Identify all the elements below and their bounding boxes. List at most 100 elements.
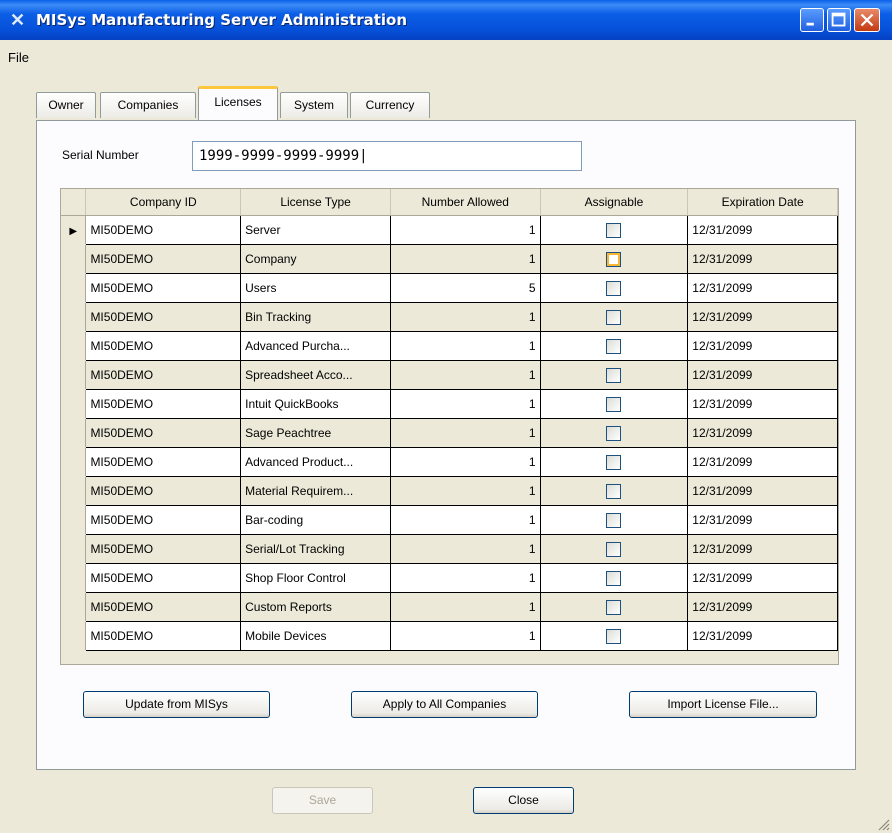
- column-header-number-allowed[interactable]: Number Allowed: [390, 189, 541, 216]
- tab-system[interactable]: System: [280, 92, 348, 118]
- close-button[interactable]: Close: [473, 787, 574, 814]
- company-id-cell[interactable]: MI50DEMO: [85, 563, 242, 593]
- assignable-cell[interactable]: [539, 447, 689, 477]
- expiration-date-cell[interactable]: 12/31/2099: [687, 215, 838, 245]
- license-type-cell[interactable]: Sage Peachtree: [240, 418, 391, 448]
- assignable-checkbox[interactable]: [606, 484, 622, 499]
- assignable-checkbox[interactable]: [606, 455, 622, 470]
- expiration-date-cell[interactable]: 12/31/2099: [687, 302, 838, 332]
- company-id-cell[interactable]: MI50DEMO: [85, 244, 242, 274]
- expiration-date-cell[interactable]: 12/31/2099: [687, 244, 838, 274]
- assignable-cell[interactable]: [539, 389, 689, 419]
- column-header-company-id[interactable]: Company ID: [85, 189, 242, 216]
- number-allowed-cell[interactable]: 1: [390, 621, 541, 651]
- number-allowed-cell[interactable]: 1: [390, 389, 541, 419]
- row-selector[interactable]: [61, 302, 87, 332]
- assignable-checkbox[interactable]: [606, 223, 622, 238]
- expiration-date-cell[interactable]: 12/31/2099: [687, 331, 838, 361]
- assignable-cell[interactable]: [539, 476, 689, 506]
- assignable-cell[interactable]: [539, 360, 689, 390]
- row-selector[interactable]: [61, 418, 87, 448]
- assignable-checkbox[interactable]: [606, 339, 622, 354]
- maximize-button[interactable]: [827, 8, 851, 32]
- expiration-date-cell[interactable]: 12/31/2099: [687, 389, 838, 419]
- assignable-checkbox[interactable]: [606, 310, 622, 325]
- number-allowed-cell[interactable]: 1: [390, 505, 541, 535]
- row-selector[interactable]: [61, 505, 87, 535]
- table-row[interactable]: MI50DEMO Material Requirem... 1 12/31/2099: [61, 476, 838, 506]
- save-button[interactable]: Save: [272, 787, 373, 814]
- table-row[interactable]: MI50DEMO Custom Reports 1 12/31/2099: [61, 592, 838, 622]
- license-type-cell[interactable]: Shop Floor Control: [240, 563, 391, 593]
- tab-licenses[interactable]: Licenses: [198, 86, 278, 120]
- number-allowed-cell[interactable]: 1: [390, 447, 541, 477]
- assignable-cell[interactable]: [539, 592, 689, 622]
- assignable-checkbox[interactable]: [606, 426, 622, 441]
- expiration-date-cell[interactable]: 12/31/2099: [687, 505, 838, 535]
- table-row[interactable]: MI50DEMO Sage Peachtree 1 12/31/2099: [61, 418, 838, 448]
- table-row[interactable]: MI50DEMO Intuit QuickBooks 1 12/31/2099: [61, 389, 838, 419]
- number-allowed-cell[interactable]: 5: [390, 273, 541, 303]
- title-bar[interactable]: ✕ MISys Manufacturing Server Administrat…: [0, 0, 892, 40]
- assignable-checkbox[interactable]: [606, 368, 622, 383]
- license-type-cell[interactable]: Material Requirem...: [240, 476, 391, 506]
- expiration-date-cell[interactable]: 12/31/2099: [687, 273, 838, 303]
- licenses-grid[interactable]: Company ID License Type Number Allowed A…: [60, 188, 839, 665]
- assignable-cell[interactable]: [539, 505, 689, 535]
- assignable-checkbox[interactable]: [606, 281, 622, 296]
- company-id-cell[interactable]: MI50DEMO: [85, 447, 242, 477]
- row-selector[interactable]: [61, 447, 87, 477]
- expiration-date-cell[interactable]: 12/31/2099: [687, 360, 838, 390]
- row-selector[interactable]: [61, 621, 87, 651]
- assignable-cell[interactable]: [539, 331, 689, 361]
- table-row[interactable]: MI50DEMO Advanced Product... 1 12/31/2099: [61, 447, 838, 477]
- license-type-cell[interactable]: Custom Reports: [240, 592, 391, 622]
- row-selector[interactable]: [61, 331, 87, 361]
- license-type-cell[interactable]: Bar-coding: [240, 505, 391, 535]
- license-type-cell[interactable]: Company: [240, 244, 391, 274]
- number-allowed-cell[interactable]: 1: [390, 476, 541, 506]
- assignable-checkbox[interactable]: [606, 571, 622, 586]
- company-id-cell[interactable]: MI50DEMO: [85, 418, 242, 448]
- license-type-cell[interactable]: Users: [240, 273, 391, 303]
- license-type-cell[interactable]: Serial/Lot Tracking: [240, 534, 391, 564]
- table-row[interactable]: MI50DEMO Spreadsheet Acco... 1 12/31/2099: [61, 360, 838, 390]
- column-header-assignable[interactable]: Assignable: [540, 189, 689, 216]
- company-id-cell[interactable]: MI50DEMO: [85, 389, 242, 419]
- row-selector[interactable]: [61, 389, 87, 419]
- number-allowed-cell[interactable]: 1: [390, 244, 541, 274]
- expiration-date-cell[interactable]: 12/31/2099: [687, 534, 838, 564]
- close-window-button[interactable]: [854, 8, 880, 32]
- menu-file[interactable]: File: [8, 50, 29, 65]
- assignable-cell[interactable]: [539, 534, 689, 564]
- table-row[interactable]: ▶ MI50DEMO Server 1 12/31/2099: [61, 215, 838, 245]
- assignable-cell[interactable]: [539, 273, 689, 303]
- company-id-cell[interactable]: MI50DEMO: [85, 360, 242, 390]
- serial-number-input[interactable]: 1999-9999-9999-9999|: [192, 141, 582, 171]
- number-allowed-cell[interactable]: 1: [390, 418, 541, 448]
- table-row[interactable]: MI50DEMO Bar-coding 1 12/31/2099: [61, 505, 838, 535]
- row-selector[interactable]: [61, 534, 87, 564]
- license-type-cell[interactable]: Bin Tracking: [240, 302, 391, 332]
- company-id-cell[interactable]: MI50DEMO: [85, 505, 242, 535]
- number-allowed-cell[interactable]: 1: [390, 331, 541, 361]
- assignable-checkbox[interactable]: [606, 513, 622, 528]
- tab-currency[interactable]: Currency: [350, 92, 430, 118]
- license-type-cell[interactable]: Intuit QuickBooks: [240, 389, 391, 419]
- row-selector[interactable]: [61, 592, 87, 622]
- row-selector[interactable]: [61, 563, 87, 593]
- apply-to-all-companies-button[interactable]: Apply to All Companies: [351, 691, 538, 718]
- expiration-date-cell[interactable]: 12/31/2099: [687, 592, 838, 622]
- company-id-cell[interactable]: MI50DEMO: [85, 331, 242, 361]
- minimize-button[interactable]: [800, 8, 824, 32]
- assignable-cell[interactable]: [539, 244, 689, 274]
- row-selector[interactable]: ▶: [61, 215, 87, 245]
- company-id-cell[interactable]: MI50DEMO: [85, 621, 242, 651]
- expiration-date-cell[interactable]: 12/31/2099: [687, 621, 838, 651]
- assignable-checkbox[interactable]: [606, 600, 622, 615]
- table-row[interactable]: MI50DEMO Users 5 12/31/2099: [61, 273, 838, 303]
- assignable-cell[interactable]: [539, 215, 689, 245]
- number-allowed-cell[interactable]: 1: [390, 360, 541, 390]
- table-row[interactable]: MI50DEMO Advanced Purcha... 1 12/31/2099: [61, 331, 838, 361]
- column-header-license-type[interactable]: License Type: [240, 189, 391, 216]
